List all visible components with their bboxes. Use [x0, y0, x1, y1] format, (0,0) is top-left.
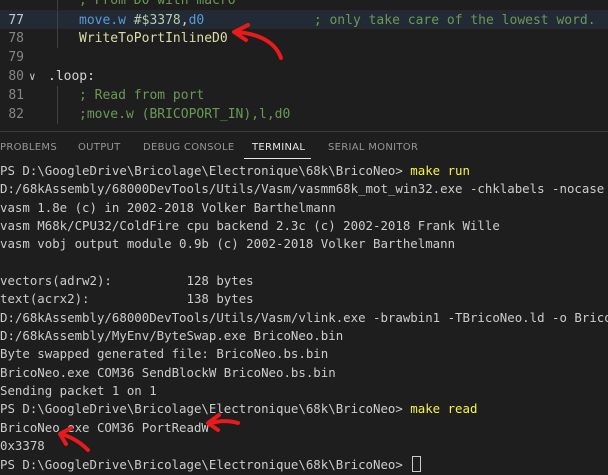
arrow-icon [208, 419, 240, 425]
annotation-arrows [58, 23, 283, 452]
